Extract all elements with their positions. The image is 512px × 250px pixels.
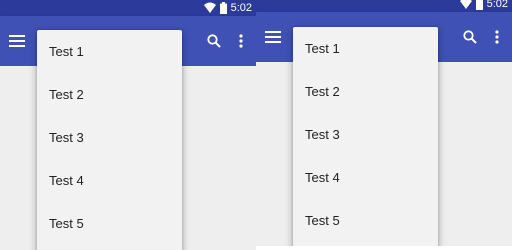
phone-screen-right: 5:02 Test 1 Test 2 Test 3 Test 4 Test 5 xyxy=(256,0,512,246)
status-indicators: 5:02 xyxy=(459,0,508,12)
dropdown-item-test-2[interactable]: Test 2 xyxy=(37,73,182,116)
wifi-icon xyxy=(459,0,472,9)
search-icon[interactable] xyxy=(456,12,484,62)
dropdown-item-test-1[interactable]: Test 1 xyxy=(293,27,438,70)
status-bar: 5:02 xyxy=(0,0,256,16)
dropdown-item-test-2[interactable]: Test 2 xyxy=(293,70,438,113)
comparison-stage: 5:02 Test 1 Test 2 Test 3 Test 4 Test 5 … xyxy=(0,0,512,250)
more-vert-icon[interactable] xyxy=(486,12,508,62)
dropdown-item-test-5[interactable]: Test 5 xyxy=(293,199,438,242)
hamburger-menu-icon[interactable] xyxy=(3,16,31,66)
dropdown-menu: Test 1 Test 2 Test 3 Test 4 Test 5 xyxy=(293,27,438,246)
dropdown-menu: Test 1 Test 2 Test 3 Test 4 Test 5 xyxy=(37,30,182,250)
hamburger-menu-icon[interactable] xyxy=(259,12,287,62)
more-vert-icon[interactable] xyxy=(230,16,252,66)
wifi-icon xyxy=(203,2,216,13)
battery-icon xyxy=(475,0,483,10)
status-indicators: 5:02 xyxy=(203,0,252,16)
dropdown-item-test-1[interactable]: Test 1 xyxy=(37,30,182,73)
dropdown-item-test-3[interactable]: Test 3 xyxy=(293,113,438,156)
battery-icon xyxy=(219,2,227,14)
status-bar: 5:02 xyxy=(256,0,512,12)
dropdown-item-test-5[interactable]: Test 5 xyxy=(37,202,182,245)
phone-screen-left: 5:02 Test 1 Test 2 Test 3 Test 4 Test 5 xyxy=(0,0,256,250)
dropdown-item-test-4[interactable]: Test 4 xyxy=(293,156,438,199)
search-icon[interactable] xyxy=(200,16,228,66)
status-time: 5:02 xyxy=(486,0,508,10)
status-time: 5:02 xyxy=(230,2,252,14)
dropdown-item-test-4[interactable]: Test 4 xyxy=(37,159,182,202)
dropdown-item-test-3[interactable]: Test 3 xyxy=(37,116,182,159)
